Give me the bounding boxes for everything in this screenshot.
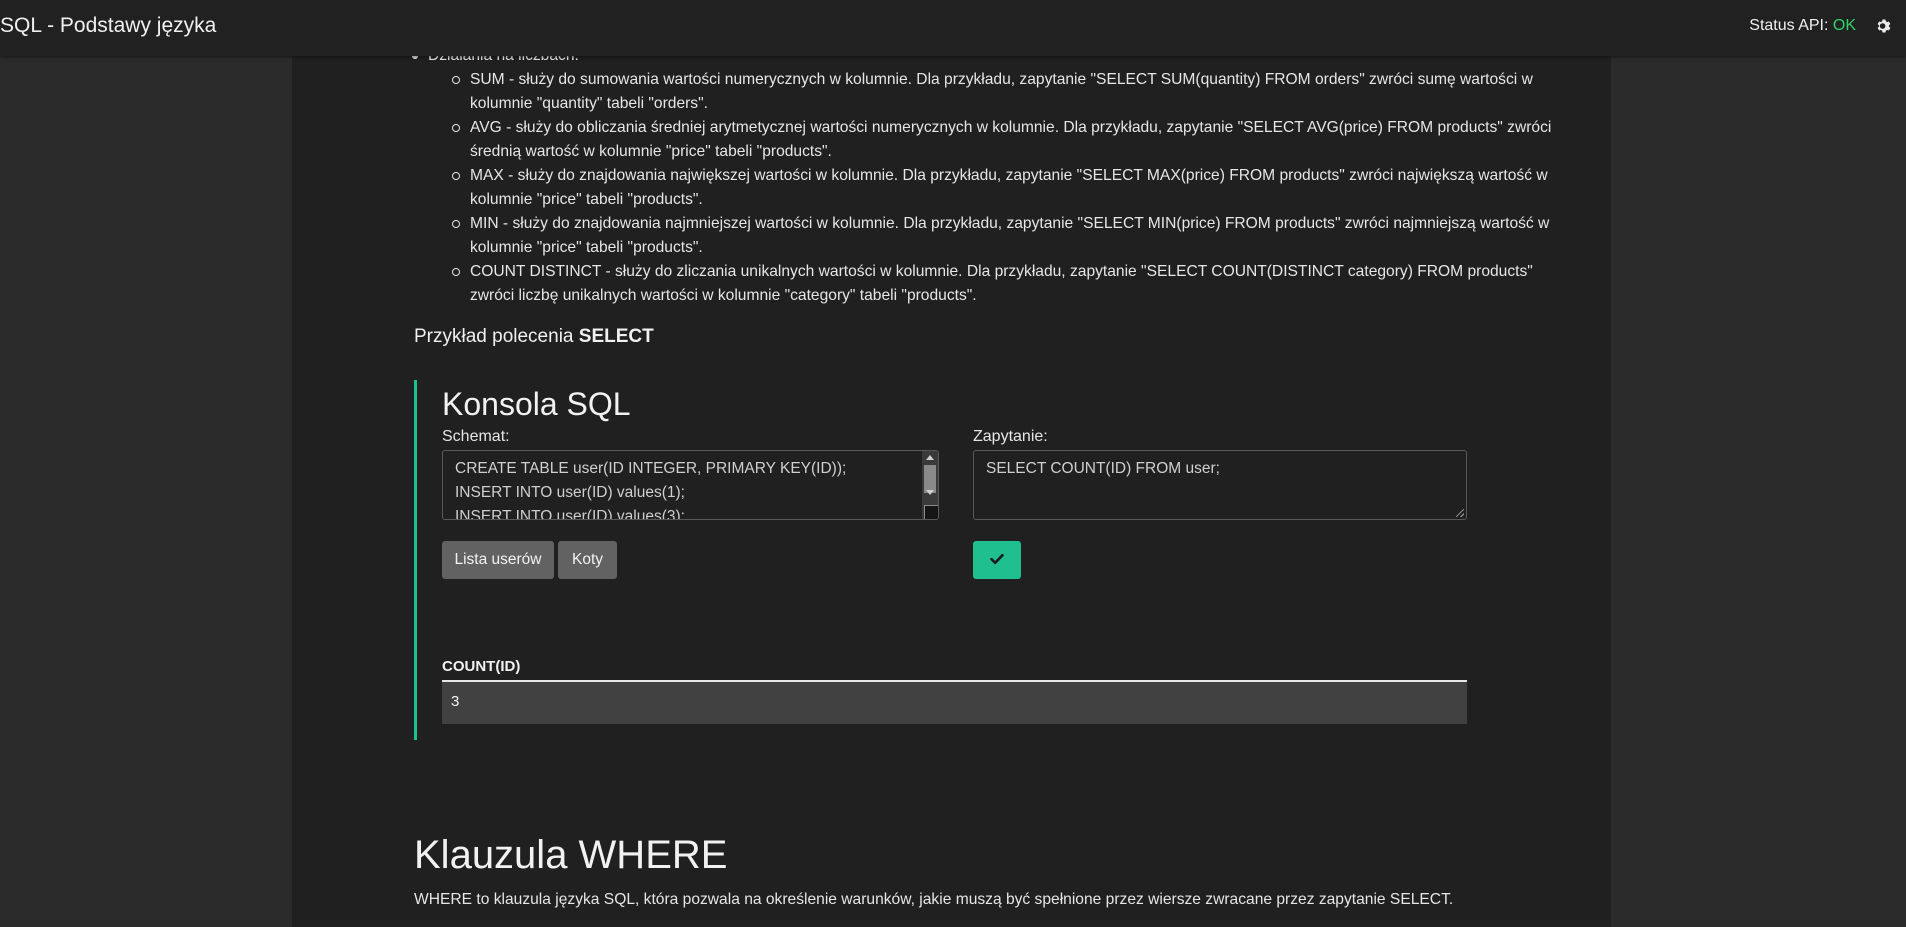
main-content: Działania na liczbach: SUM - służy do su… xyxy=(292,56,1611,927)
list-item-avg: AVG - służy do obliczania średniej arytm… xyxy=(452,116,1578,164)
scroll-down-icon[interactable] xyxy=(926,490,934,495)
numeric-sublist: SUM - służy do sumowania wartości numery… xyxy=(428,68,1578,308)
schema-line: INSERT INTO user(ID) values(3); xyxy=(455,508,685,520)
schema-line: INSERT INTO user(ID) values(1); xyxy=(455,484,685,501)
example-heading-keyword: SELECT xyxy=(578,326,654,347)
query-textarea[interactable]: SELECT COUNT(ID) FROM user; xyxy=(973,450,1467,520)
api-status: Status API: OK xyxy=(1749,17,1856,35)
resize-handle-icon[interactable] xyxy=(924,505,938,519)
list-item: Działania na liczbach: SUM - służy do su… xyxy=(412,56,1578,308)
run-query-button[interactable] xyxy=(973,541,1021,579)
where-section-title: Klauzula WHERE xyxy=(414,833,728,877)
example-heading-prefix: Przykład polecenia xyxy=(414,326,574,347)
cats-button[interactable]: Koty xyxy=(558,541,617,579)
schema-label: Schemat: xyxy=(442,428,510,445)
resize-handle-icon[interactable] xyxy=(1456,509,1464,517)
numeric-functions-list: Działania na liczbach: SUM - służy do su… xyxy=(412,56,1578,308)
scroll-thumb[interactable] xyxy=(924,465,936,493)
status-value: OK xyxy=(1832,17,1856,34)
query-label: Zapytanie: xyxy=(973,428,1048,445)
check-icon xyxy=(990,553,1004,564)
result-row: 3 xyxy=(442,682,1467,724)
gear-icon[interactable] xyxy=(1876,18,1892,34)
list-item-sum: SUM - służy do sumowania wartości numery… xyxy=(452,68,1578,116)
users-list-button[interactable]: Lista userów xyxy=(442,541,554,579)
result-column-header: COUNT(ID) xyxy=(442,658,1467,682)
example-heading: Przykład polecenia SELECT xyxy=(414,326,654,348)
list-item-count-distinct: COUNT DISTINCT - służy do zliczania unik… xyxy=(452,260,1578,308)
numeric-heading: Działania na liczbach: xyxy=(428,56,579,64)
schema-textarea[interactable]: CREATE TABLE user(ID INTEGER, PRIMARY KE… xyxy=(442,450,939,520)
top-bar: SQL - Podstawy języka Status API: OK xyxy=(0,0,1906,56)
scroll-up-icon[interactable] xyxy=(926,455,934,460)
console-title: Konsola SQL xyxy=(442,386,631,422)
list-item-min: MIN - służy do znajdowania najmniejszej … xyxy=(452,212,1578,260)
sql-console: Konsola SQL Schemat: CREATE TABLE user(I… xyxy=(414,380,1467,740)
status-label: Status API: xyxy=(1749,17,1829,34)
where-section-text: WHERE to klauzula języka SQL, która pozw… xyxy=(414,891,1454,908)
list-item-max: MAX - służy do znajdowania największej w… xyxy=(452,164,1578,212)
schema-line: CREATE TABLE user(ID INTEGER, PRIMARY KE… xyxy=(455,460,847,477)
app-title: SQL - Podstawy języka xyxy=(0,14,217,37)
query-value: SELECT COUNT(ID) FROM user; xyxy=(986,460,1220,477)
